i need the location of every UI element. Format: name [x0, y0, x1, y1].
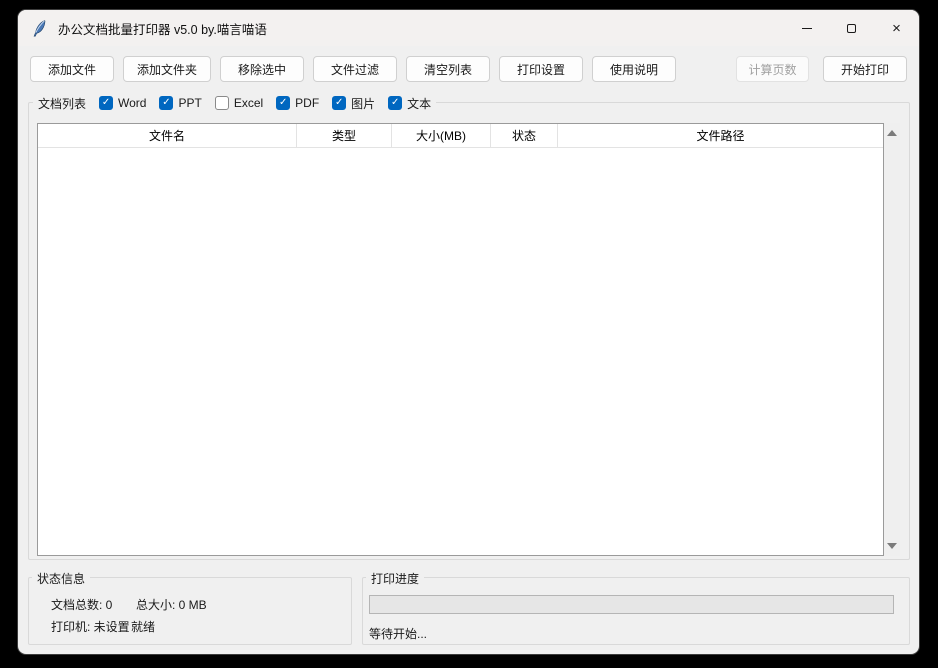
column-header-size[interactable]: 大小(MB) — [392, 124, 491, 147]
minimize-button[interactable] — [784, 10, 829, 46]
filter-label: 图片 — [351, 95, 375, 112]
filter-checkbox-excel[interactable]: Excel — [215, 96, 263, 110]
table-body-empty[interactable] — [38, 148, 883, 555]
printer-value: 打印机: 未设置 — [51, 618, 131, 635]
add-file-button[interactable]: 添加文件 — [30, 56, 114, 82]
toolbar: 添加文件 添加文件夹 移除选中 文件过滤 清空列表 打印设置 使用说明 计算页数… — [18, 46, 919, 82]
filter-label: PDF — [295, 96, 319, 110]
progress-bar — [369, 595, 894, 614]
filter-checkbox-word[interactable]: Word — [99, 96, 146, 110]
ready-state-value: 就绪 — [131, 618, 155, 635]
clear-list-button[interactable]: 清空列表 — [406, 56, 490, 82]
remove-selected-button[interactable]: 移除选中 — [220, 56, 304, 82]
vertical-scrollbar[interactable] — [884, 123, 900, 556]
filter-checkbox-pdf[interactable]: PDF — [276, 96, 319, 110]
titlebar[interactable]: 办公文档批量打印器 v5.0 by.喵言喵语 × — [18, 10, 919, 46]
filter-checkbox-image[interactable]: 图片 — [332, 95, 375, 112]
total-size-value: 总大小: 0 MB — [136, 596, 207, 613]
tk-feather-icon — [32, 20, 48, 37]
print-progress-label: 打印进度 — [371, 570, 419, 587]
checkbox-icon — [332, 96, 346, 110]
file-treeview: 文件名 类型 大小(MB) 状态 文件路径 — [37, 123, 884, 556]
window-controls: × — [784, 10, 919, 46]
file-filter-button[interactable]: 文件过滤 — [313, 56, 397, 82]
print-settings-button[interactable]: 打印设置 — [499, 56, 583, 82]
column-header-filename[interactable]: 文件名 — [38, 124, 297, 147]
count-pages-button[interactable]: 计算页数 — [736, 56, 809, 82]
scroll-up-icon[interactable] — [887, 130, 897, 136]
status-info-frame: 状态信息 文档总数: 0 总大小: 0 MB 打印机: 未设置 就绪 — [28, 577, 352, 645]
document-list-frame: 文档列表 Word PPT Excel PDF 图片 文本 文件名 类型 大小(… — [28, 102, 910, 560]
checkbox-icon — [99, 96, 113, 110]
filter-label: Excel — [234, 96, 263, 110]
app-window: 办公文档批量打印器 v5.0 by.喵言喵语 × 添加文件 添加文件夹 移除选中… — [18, 10, 919, 654]
minimize-icon — [802, 28, 812, 29]
checkbox-icon — [215, 96, 229, 110]
document-list-label: 文档列表 — [38, 95, 86, 112]
print-progress-frame: 打印进度 等待开始... — [362, 577, 910, 645]
file-type-filters: Word PPT Excel PDF 图片 文本 — [99, 95, 431, 112]
progress-status-text: 等待开始... — [369, 625, 427, 642]
column-header-status[interactable]: 状态 — [491, 124, 558, 147]
checkbox-icon — [159, 96, 173, 110]
column-header-type[interactable]: 类型 — [297, 124, 392, 147]
file-table: 文件名 类型 大小(MB) 状态 文件路径 — [37, 123, 900, 556]
add-folder-button[interactable]: 添加文件夹 — [123, 56, 211, 82]
maximize-button[interactable] — [829, 10, 874, 46]
table-header-row: 文件名 类型 大小(MB) 状态 文件路径 — [38, 124, 883, 148]
filter-label: 文本 — [407, 95, 431, 112]
filter-checkbox-ppt[interactable]: PPT — [159, 96, 201, 110]
document-list-frame-title: 文档列表 Word PPT Excel PDF 图片 文本 — [33, 93, 436, 113]
filter-label: PPT — [178, 96, 201, 110]
column-header-path[interactable]: 文件路径 — [558, 124, 883, 147]
status-info-label: 状态信息 — [37, 570, 85, 587]
maximize-icon — [847, 24, 856, 33]
total-docs-value: 文档总数: 0 — [51, 596, 136, 613]
help-button[interactable]: 使用说明 — [592, 56, 676, 82]
scroll-down-icon[interactable] — [887, 543, 897, 549]
close-icon: × — [892, 21, 901, 36]
filter-label: Word — [118, 96, 146, 110]
window-title: 办公文档批量打印器 v5.0 by.喵言喵语 — [58, 19, 267, 38]
filter-checkbox-text[interactable]: 文本 — [388, 95, 431, 112]
desktop: { "window": { "title": "办公文档批量打印器 v5.0 b… — [0, 0, 938, 668]
print-progress-frame-title: 打印进度 — [366, 568, 424, 588]
checkbox-icon — [276, 96, 290, 110]
close-button[interactable]: × — [874, 10, 919, 46]
status-info-frame-title: 状态信息 — [32, 568, 90, 588]
start-print-button[interactable]: 开始打印 — [823, 56, 907, 82]
checkbox-icon — [388, 96, 402, 110]
